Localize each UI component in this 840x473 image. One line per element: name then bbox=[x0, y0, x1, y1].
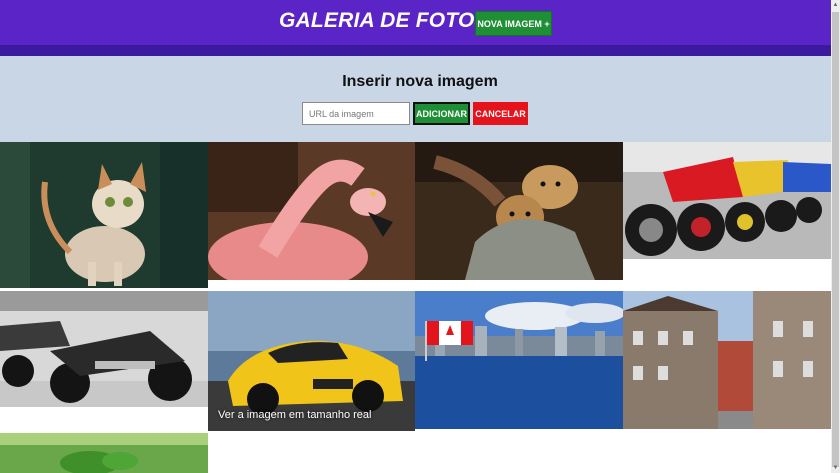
page-scrollbar[interactable]: ▲ ▼ bbox=[831, 0, 840, 473]
header-strip bbox=[0, 45, 840, 56]
photo-puppy[interactable] bbox=[415, 142, 623, 280]
new-image-button[interactable]: NOVA IMAGEM + bbox=[475, 11, 552, 36]
photo-cat[interactable] bbox=[0, 142, 208, 288]
insert-image-panel: Inserir nova imagem ADICIONAR CANCELAR bbox=[0, 56, 840, 142]
scroll-down-icon[interactable]: ▼ bbox=[831, 463, 840, 473]
cancel-button[interactable]: CANCELAR bbox=[473, 102, 528, 125]
photo-motorcycles-row[interactable] bbox=[623, 142, 831, 259]
photo-motorcycles-parked[interactable] bbox=[0, 291, 208, 407]
add-button[interactable]: ADICIONAR bbox=[413, 102, 470, 125]
photo-yellow-mustang[interactable]: Ver a imagem em tamanho real bbox=[208, 291, 415, 431]
app-title: GALERIA DE FOTOS bbox=[279, 9, 489, 32]
view-full-size-caption[interactable]: Ver a imagem em tamanho real bbox=[218, 409, 371, 421]
photo-gallery: Ver a imagem em tamanho real bbox=[0, 142, 831, 473]
photo-old-street[interactable] bbox=[623, 291, 831, 429]
scroll-up-icon[interactable]: ▲ bbox=[831, 0, 840, 10]
insert-title: Inserir nova imagem bbox=[342, 73, 498, 90]
photo-plant-sprout[interactable] bbox=[0, 433, 208, 473]
url-input[interactable] bbox=[302, 102, 410, 125]
photo-flamingo[interactable] bbox=[208, 142, 415, 280]
scroll-thumb[interactable] bbox=[832, 12, 839, 467]
photo-canada-skyline[interactable] bbox=[415, 291, 623, 429]
